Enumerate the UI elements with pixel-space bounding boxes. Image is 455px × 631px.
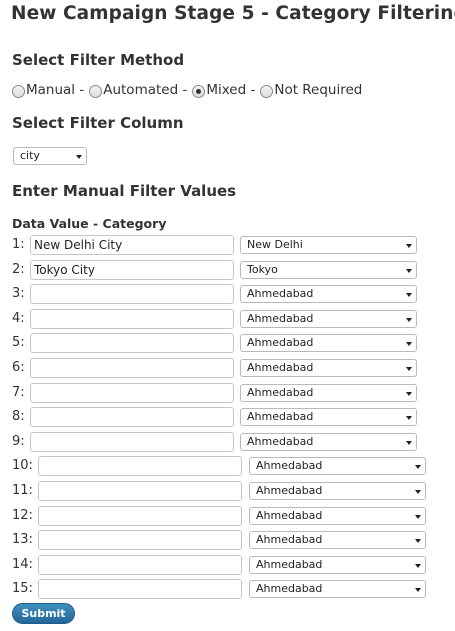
category-select[interactable]: Ahmedabad: [240, 383, 417, 402]
category-select-value: Ahmedabad: [247, 410, 314, 424]
data-value-input[interactable]: Tokyo City: [30, 259, 234, 280]
category-select-value: Ahmedabad: [256, 557, 323, 571]
chevron-down-icon: [406, 317, 412, 322]
filter-method-heading: Select Filter Method: [12, 51, 185, 69]
chevron-down-icon: [406, 440, 412, 445]
category-select-value: Ahmedabad: [256, 459, 323, 473]
category-select-value: Ahmedabad: [247, 361, 314, 374]
data-value-input[interactable]: [38, 456, 242, 477]
chevron-down-icon: [406, 268, 412, 273]
radio-manual[interactable]: [12, 84, 25, 98]
row-number: 3:: [12, 286, 25, 302]
category-select-value: Tokyo: [247, 262, 278, 276]
chevron-down-icon: [406, 416, 412, 421]
chevron-down-icon: [415, 465, 421, 470]
data-value-input[interactable]: [38, 505, 242, 526]
chevron-down-icon: [76, 155, 82, 159]
chevron-down-icon: [415, 514, 421, 519]
filter-method-radio-group: Manual - Automated - Mixed - Not Require…: [12, 82, 362, 98]
data-value-input[interactable]: [38, 481, 242, 501]
row-number: 8:: [12, 409, 25, 425]
category-select[interactable]: Ahmedabad: [249, 555, 426, 574]
category-select[interactable]: New Delhi: [240, 236, 417, 254]
row-number: 11:: [12, 483, 33, 498]
data-value-input[interactable]: [30, 308, 234, 329]
category-select[interactable]: Ahmedabad: [240, 408, 417, 427]
row-number: 14:: [12, 556, 33, 572]
category-select[interactable]: Ahmedabad: [240, 285, 417, 304]
category-select[interactable]: Ahmedabad: [240, 334, 417, 353]
radio-not-required-label: Not Required: [274, 82, 363, 98]
category-select-value: Ahmedabad: [256, 582, 323, 596]
category-select-value: Ahmedabad: [247, 311, 314, 325]
category-select[interactable]: Ahmedabad: [249, 580, 426, 599]
radio-option-not-required[interactable]: Not Required: [260, 82, 362, 98]
radio-option-mixed[interactable]: Mixed -: [192, 82, 255, 98]
data-value-input[interactable]: [38, 530, 242, 551]
data-value-input[interactable]: [30, 333, 234, 354]
category-select[interactable]: Ahmedabad: [240, 359, 417, 377]
data-value-input[interactable]: [30, 284, 234, 305]
category-select-value: Ahmedabad: [247, 336, 314, 350]
chevron-down-icon: [415, 563, 421, 568]
chevron-down-icon: [415, 539, 421, 544]
category-select[interactable]: Ahmedabad: [249, 506, 426, 525]
data-value-input[interactable]: [30, 431, 234, 452]
radio-option-automated[interactable]: Automated -: [89, 82, 187, 98]
data-value-input[interactable]: [30, 358, 234, 378]
submit-button[interactable]: Submit: [12, 603, 75, 624]
radio-mixed[interactable]: [192, 84, 206, 98]
manual-values-heading: Enter Manual Filter Values: [12, 182, 237, 200]
category-select-value: New Delhi: [247, 238, 303, 251]
filter-column-select[interactable]: city: [13, 147, 87, 165]
data-value-input[interactable]: [30, 407, 234, 428]
category-select-value: Ahmedabad: [256, 484, 323, 497]
category-select-value: Ahmedabad: [247, 287, 314, 301]
row-number: 7:: [12, 384, 25, 400]
data-value-input[interactable]: [30, 382, 234, 403]
row-number: 4:: [12, 310, 25, 326]
row-number: 13:: [12, 532, 33, 548]
chevron-down-icon: [406, 367, 412, 371]
row-number: 2:: [12, 261, 25, 277]
category-select[interactable]: Ahmedabad: [240, 432, 417, 451]
radio-not-required[interactable]: [260, 84, 274, 98]
radio-mixed-label: Mixed -: [206, 82, 256, 98]
category-select[interactable]: Ahmedabad: [249, 482, 426, 500]
radio-option-manual[interactable]: Manual -: [12, 82, 84, 98]
filter-column-heading: Select Filter Column: [12, 114, 184, 132]
data-value-input[interactable]: [38, 554, 242, 575]
data-value-input[interactable]: New Delhi City: [30, 235, 234, 255]
row-number: 12:: [12, 507, 33, 523]
data-value-category-label: Data Value - Category: [12, 216, 167, 231]
chevron-down-icon: [406, 342, 412, 347]
category-select-value: Ahmedabad: [256, 533, 323, 547]
radio-automated-label: Automated -: [103, 82, 188, 98]
radio-manual-label: Manual -: [26, 82, 85, 98]
category-select-value: Ahmedabad: [247, 385, 314, 399]
chevron-down-icon: [406, 244, 412, 248]
filter-column-value: city: [20, 149, 40, 162]
chevron-down-icon: [415, 490, 421, 494]
category-select-value: Ahmedabad: [247, 434, 314, 448]
chevron-down-icon: [415, 588, 421, 593]
category-select-value: Ahmedabad: [256, 508, 323, 522]
row-number: 1:: [12, 237, 25, 252]
page-title: New Campaign Stage 5 - Category Filterin…: [11, 3, 455, 24]
category-select[interactable]: Ahmedabad: [249, 457, 426, 476]
category-select[interactable]: Ahmedabad: [240, 309, 417, 328]
row-number: 6:: [12, 360, 25, 375]
row-number: 5:: [12, 335, 25, 351]
row-number: 15:: [12, 581, 33, 597]
chevron-down-icon: [406, 293, 412, 298]
row-number: 10:: [12, 458, 33, 474]
row-number: 9:: [12, 433, 25, 449]
chevron-down-icon: [406, 391, 412, 396]
data-value-input[interactable]: [38, 579, 242, 600]
radio-automated[interactable]: [89, 84, 103, 98]
category-select[interactable]: Tokyo: [240, 260, 417, 279]
category-select[interactable]: Ahmedabad: [249, 531, 426, 550]
